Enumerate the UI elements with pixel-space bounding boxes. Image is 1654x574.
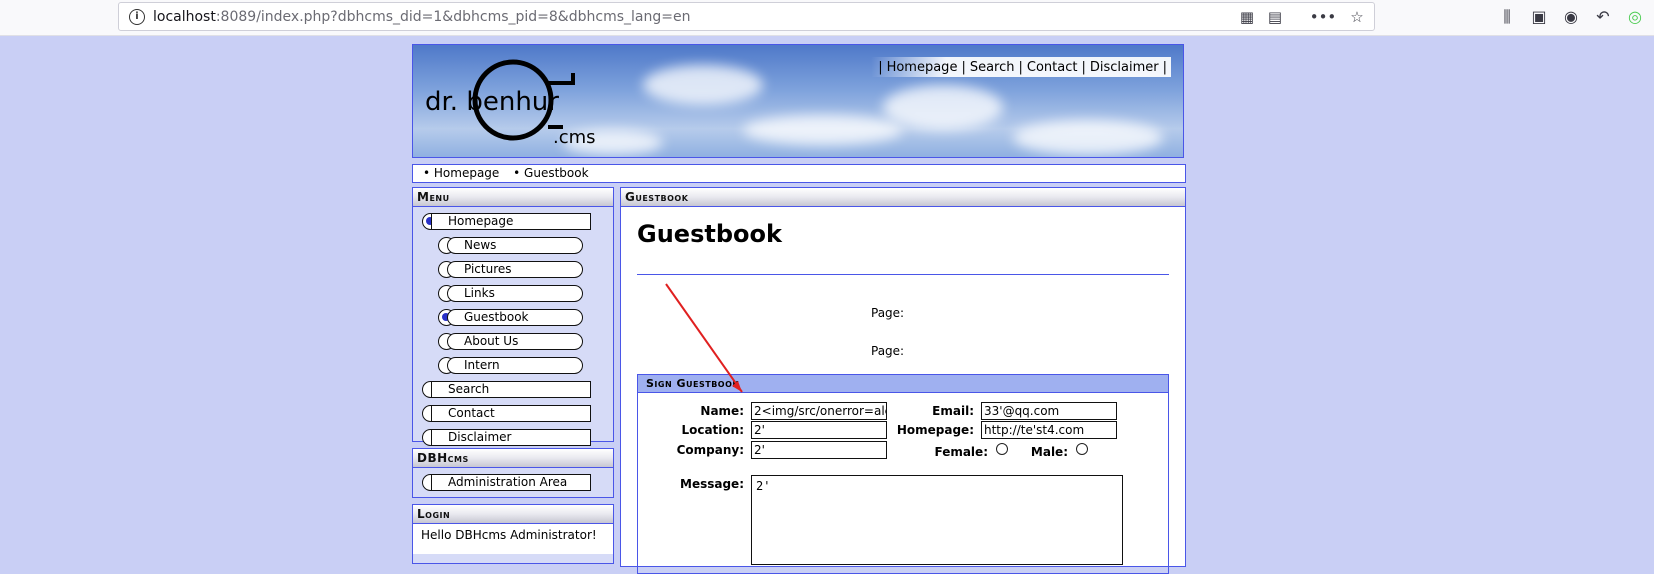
menu-item-news[interactable]: News (413, 233, 613, 257)
breadcrumb: • Homepage • Guestbook (412, 164, 1186, 183)
pagination-label-bottom: Page: (871, 344, 905, 358)
logo-wordmark: dr. benhur (425, 87, 559, 117)
top-link-search[interactable]: Search (970, 60, 1015, 75)
menu-item-disclaimer[interactable]: Disclaimer (413, 425, 613, 449)
url-path: :8089/index.php?dbhcms_did=1&dbhcms_pid=… (215, 9, 691, 25)
more-actions-icon[interactable]: ••• (1308, 8, 1338, 26)
browser-toolbar: i localhost:8089/index.php?dbhcms_did=1&… (0, 0, 1654, 36)
main-content: Guestbook Guestbook Page: Page: Sign Gue… (620, 187, 1186, 574)
menu-item-administration-area[interactable]: Administration Area (413, 470, 613, 494)
main-title: Guestbook (621, 188, 1185, 207)
male-label: Male: (1030, 445, 1068, 459)
menu-item-pictures[interactable]: Pictures (413, 257, 613, 281)
menu-item-label: Disclaimer (431, 429, 591, 446)
menu-title: Menu (413, 188, 613, 207)
location-label: Location: (681, 423, 744, 437)
menu-item-guestbook[interactable]: Guestbook (413, 305, 613, 329)
header-banner: dr. benhur .cms | Homepage | Search | Conta… (412, 44, 1184, 158)
menu-item-label: Guestbook (447, 309, 583, 326)
company-label: Company: (676, 443, 744, 457)
login-box: Login Hello DBHcms Administrator! (412, 504, 614, 564)
pagination-label-top: Page: (871, 306, 905, 320)
top-link-homepage[interactable]: Homepage (887, 60, 958, 75)
menu-item-links[interactable]: Links (413, 281, 613, 305)
homepage-input[interactable]: http://te'st4.com (981, 421, 1117, 439)
name-input[interactable]: 2<img/src/onerror=alert( (751, 402, 887, 420)
dbhcms-title: DBHcms (413, 449, 613, 468)
email-label: Email: (932, 404, 974, 418)
menu-list: Homepage News Pictures Links Guestbook About … (413, 207, 613, 449)
breadcrumb-homepage[interactable]: • Homepage (423, 166, 499, 180)
top-link-contact[interactable]: Contact (1027, 60, 1078, 75)
bookmark-star-icon[interactable]: ☆ (1348, 8, 1366, 26)
logo-subtitle: .cms (553, 127, 596, 148)
menu-item-label: News (447, 237, 583, 254)
top-links: | Homepage | Search | Contact | Disclaimer | (871, 57, 1171, 77)
url-text[interactable]: localhost:8089/index.php?dbhcms_did=1&db… (153, 9, 690, 25)
library-icon[interactable]: ⫼ (1498, 8, 1516, 26)
menu-item-about-us[interactable]: About Us (413, 329, 613, 353)
dbhcms-box: DBHcms Administration Area (412, 448, 614, 498)
message-textarea[interactable]: 2' (751, 475, 1123, 565)
menu-item-contact[interactable]: Contact (413, 401, 613, 425)
menu-item-search[interactable]: Search (413, 377, 613, 401)
menu-item-label: Homepage (431, 213, 591, 230)
company-input[interactable]: 2' (751, 441, 887, 459)
sidebar-icon[interactable]: ▣ (1530, 8, 1548, 26)
divider (637, 274, 1169, 275)
menu-item-label: Administration Area (431, 474, 591, 491)
back-icon[interactable]: ↶ (1594, 8, 1612, 26)
menu-item-label: Intern (447, 357, 583, 374)
menu-item-label: About Us (447, 333, 583, 350)
login-title: Login (413, 505, 613, 524)
address-bar[interactable]: i localhost:8089/index.php?dbhcms_did=1&… (118, 2, 1375, 31)
account-icon[interactable]: ◉ (1562, 8, 1580, 26)
site-info-icon[interactable]: i (129, 9, 145, 25)
menu-item-label: Links (447, 285, 583, 302)
menu-item-intern[interactable]: Intern (413, 353, 613, 377)
breadcrumb-guestbook[interactable]: • Guestbook (513, 166, 588, 180)
sign-guestbook-form: Sign Guestbook Name: 2<img/src/onerror=a… (637, 374, 1169, 574)
menu-item-label: Search (431, 381, 591, 398)
sign-guestbook-title: Sign Guestbook (638, 375, 1168, 393)
login-greeting: Hello DBHcms Administrator! (413, 524, 613, 554)
top-link-disclaimer[interactable]: Disclaimer (1090, 60, 1159, 75)
extension-icon[interactable]: ◎ (1626, 8, 1644, 26)
name-label: Name: (700, 404, 744, 418)
menu-item-label: Pictures (447, 261, 583, 278)
email-input[interactable]: 33'@qq.com (981, 402, 1117, 420)
menu-item-homepage[interactable]: Homepage (413, 209, 613, 233)
location-input[interactable]: 2' (751, 421, 887, 439)
male-radio[interactable] (1076, 443, 1088, 455)
qr-code-icon[interactable]: ▦ (1238, 8, 1256, 26)
dr-benhur-logo[interactable]: dr. benhur .cms (423, 55, 623, 150)
url-host: localhost (153, 9, 216, 25)
message-label: Message: (680, 477, 744, 491)
menu-box: Menu Homepage News Pictures Links Guestbook A… (412, 187, 614, 446)
page-title: Guestbook (637, 220, 782, 248)
reader-view-icon[interactable]: ▤ (1266, 8, 1284, 26)
menu-item-label: Contact (431, 405, 591, 422)
homepage-label: Homepage: (896, 423, 974, 437)
